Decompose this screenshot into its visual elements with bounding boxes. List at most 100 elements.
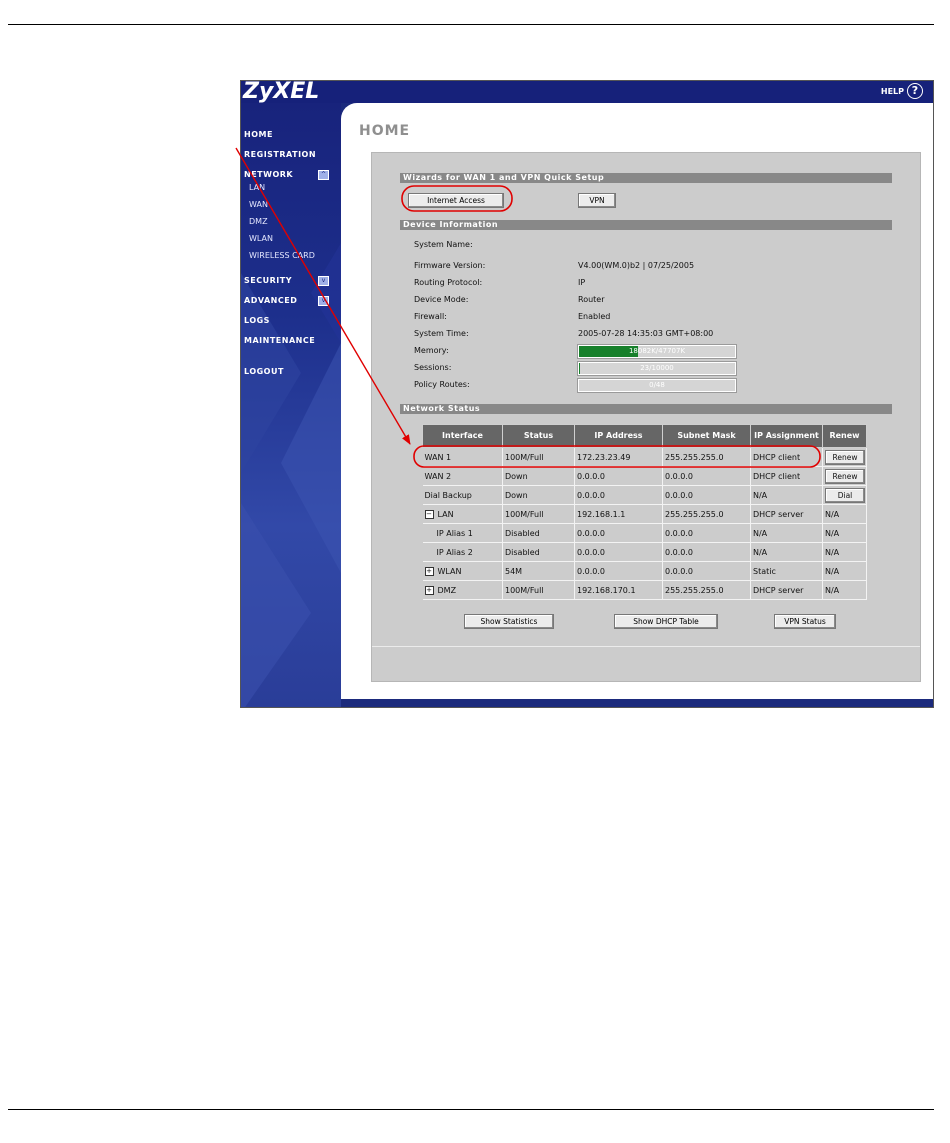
table-row: IP Alias 2 Disabled 0.0.0.0 0.0.0.0 N/A … xyxy=(422,542,867,562)
table-row: + WLAN 54M 0.0.0.0 0.0.0.0 Static N/A xyxy=(422,561,867,581)
assignment-cell: Static xyxy=(750,561,823,581)
expand-icon[interactable]: v xyxy=(318,296,329,306)
sidebar-item-network[interactable]: NETWORK xyxy=(244,170,293,179)
sidebar-sub-wireless-card[interactable]: WIRELESS CARD xyxy=(249,251,315,260)
show-statistics-button[interactable]: Show Statistics xyxy=(464,614,554,629)
routing-protocol-value: IP xyxy=(578,278,586,287)
col-header-ip-assignment: IP Assignment xyxy=(750,424,823,448)
table-row: IP Alias 1 Disabled 0.0.0.0 0.0.0.0 N/A … xyxy=(422,523,867,543)
help-icon: ? xyxy=(907,83,923,99)
mask-cell: 255.255.255.0 xyxy=(662,447,751,467)
mask-cell: 255.255.255.0 xyxy=(662,580,751,600)
help-link[interactable]: HELP ? xyxy=(881,83,923,99)
wizards-section-header: Wizards for WAN 1 and VPN Quick Setup xyxy=(400,173,892,183)
collapse-icon[interactable]: − xyxy=(424,509,434,519)
expand-icon[interactable]: v xyxy=(318,276,329,286)
top-rule xyxy=(8,24,934,25)
system-time-label: System Time: xyxy=(414,329,469,338)
renew-cell: Dial xyxy=(822,485,867,505)
status-cell: 100M/Full xyxy=(502,504,575,524)
renew-cell: N/A xyxy=(822,523,867,543)
device-mode-label: Device Mode: xyxy=(414,295,469,304)
sidebar-item-advanced[interactable]: ADVANCED xyxy=(244,296,297,305)
sidebar-item-home[interactable]: HOME xyxy=(244,130,273,139)
table-row: WAN 2 Down 0.0.0.0 0.0.0.0 DHCP client R… xyxy=(422,466,867,486)
interface-cell: + WLAN xyxy=(422,561,503,581)
ip-cell: 172.23.23.49 xyxy=(574,447,663,467)
renew-cell: Renew xyxy=(822,447,867,467)
assignment-cell: N/A xyxy=(750,542,823,562)
sidebar-sub-wan[interactable]: WAN xyxy=(249,200,268,209)
col-header-interface: Interface xyxy=(422,424,503,448)
interface-cell: − LAN xyxy=(422,504,503,524)
content-area: HOME Wizards for WAN 1 and VPN Quick Set… xyxy=(341,103,933,707)
ip-cell: 0.0.0.0 xyxy=(574,542,663,562)
network-status-section-header: Network Status xyxy=(400,404,892,414)
sidebar-item-security[interactable]: SECURITY xyxy=(244,276,292,285)
interface-cell: Dial Backup xyxy=(422,485,503,505)
show-dhcp-table-button[interactable]: Show DHCP Table xyxy=(614,614,718,629)
sidebar-background-pattern xyxy=(241,243,341,707)
dial-button[interactable]: Dial xyxy=(825,487,865,503)
device-info-section-header: Device Information xyxy=(400,220,892,230)
table-row: + DMZ 100M/Full 192.168.170.1 255.255.255… xyxy=(422,580,867,600)
routing-protocol-label: Routing Protocol: xyxy=(414,278,483,287)
ip-cell: 0.0.0.0 xyxy=(574,523,663,543)
memory-bar-text: 18082K/47707K xyxy=(628,347,686,355)
interface-name: DMZ xyxy=(437,585,457,595)
renew-cell: N/A xyxy=(822,504,867,524)
home-panel: Wizards for WAN 1 and VPN Quick Setup In… xyxy=(371,152,921,682)
vpn-status-button[interactable]: VPN Status xyxy=(774,614,836,629)
mask-cell: 0.0.0.0 xyxy=(662,523,751,543)
bottom-band xyxy=(341,699,933,707)
ip-cell: 192.168.1.1 xyxy=(574,504,663,524)
col-header-status: Status xyxy=(502,424,575,448)
policy-routes-bar-text: 0/48 xyxy=(649,381,665,389)
vpn-wizard-button[interactable]: VPN xyxy=(578,193,616,208)
interface-name: LAN xyxy=(437,509,454,519)
sidebar-item-logs[interactable]: LOGS xyxy=(244,316,270,325)
sidebar-item-registration[interactable]: REGISTRATION xyxy=(244,150,316,159)
expand-icon[interactable]: + xyxy=(424,566,434,576)
status-cell: 54M xyxy=(502,561,575,581)
ip-cell: 0.0.0.0 xyxy=(574,561,663,581)
bottom-rule xyxy=(8,1109,934,1110)
status-cell: 100M/Full xyxy=(502,580,575,600)
system-time-value: 2005-07-28 14:35:03 GMT+08:00 xyxy=(578,329,714,338)
panel-divider xyxy=(372,646,920,647)
sessions-bar: 23/10000 xyxy=(578,362,736,375)
mask-cell: 255.255.255.0 xyxy=(662,504,751,524)
mask-cell: 0.0.0.0 xyxy=(662,542,751,562)
renew-cell: N/A xyxy=(822,580,867,600)
col-header-subnet-mask: Subnet Mask xyxy=(662,424,751,448)
interface-cell: WAN 2 xyxy=(422,466,503,486)
network-status-table: Interface Status IP Address Subnet Mask … xyxy=(422,424,867,600)
help-label: HELP xyxy=(880,86,904,96)
interface-cell: WAN 1 xyxy=(422,447,503,467)
status-cell: Down xyxy=(502,466,575,486)
sidebar-item-maintenance[interactable]: MAINTENANCE xyxy=(244,336,315,345)
collapse-icon[interactable]: ^ xyxy=(318,170,329,180)
policy-routes-label: Policy Routes: xyxy=(414,380,470,389)
renew-wan2-button[interactable]: Renew xyxy=(825,468,865,484)
assignment-cell: N/A xyxy=(750,523,823,543)
internet-access-button[interactable]: Internet Access xyxy=(408,193,504,208)
sidebar-sub-wlan[interactable]: WLAN xyxy=(249,234,273,243)
expand-icon[interactable]: + xyxy=(424,585,434,595)
policy-routes-bar: 0/48 xyxy=(578,379,736,392)
memory-label: Memory: xyxy=(414,346,449,355)
sidebar: HOME REGISTRATION NETWORK ^ LAN WAN DMZ … xyxy=(241,103,341,707)
status-cell: Disabled xyxy=(502,542,575,562)
status-cell: Disabled xyxy=(502,523,575,543)
assignment-cell: DHCP client xyxy=(750,466,823,486)
page-title: HOME xyxy=(359,123,411,139)
assignment-cell: DHCP server xyxy=(750,504,823,524)
sidebar-sub-lan[interactable]: LAN xyxy=(249,183,265,192)
assignment-cell: N/A xyxy=(750,485,823,505)
sidebar-item-logout[interactable]: LOGOUT xyxy=(244,367,284,376)
renew-wan1-button[interactable]: Renew xyxy=(825,449,865,465)
sidebar-sub-dmz[interactable]: DMZ xyxy=(249,217,268,226)
device-mode-value: Router xyxy=(578,295,605,304)
firmware-value: V4.00(WM.0)b2 | 07/25/2005 xyxy=(578,261,695,270)
table-row: WAN 1 100M/Full 172.23.23.49 255.255.255… xyxy=(422,447,867,467)
